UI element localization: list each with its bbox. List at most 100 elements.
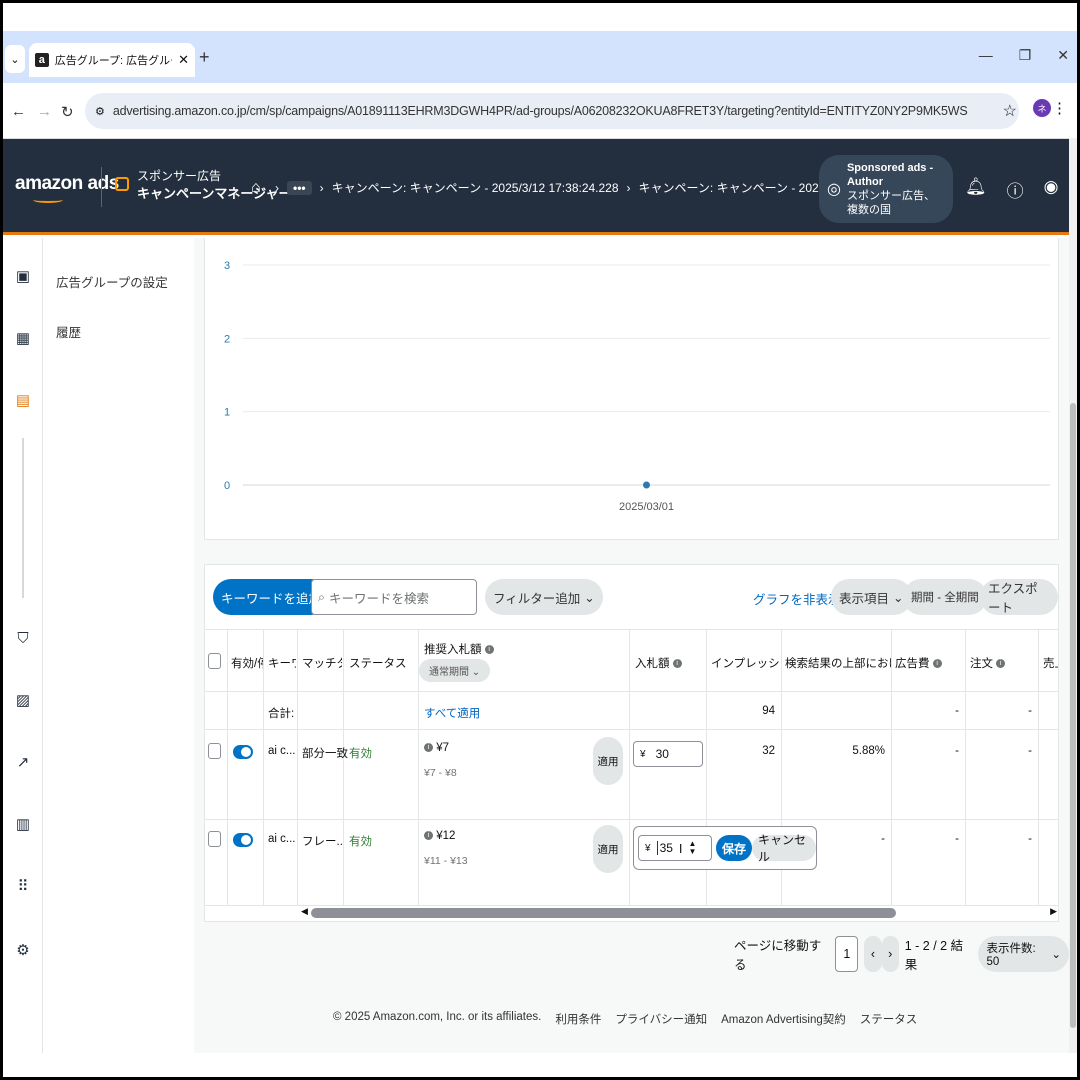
col-enabled[interactable]: 有効/停 xyxy=(231,655,263,671)
browser-menu-icon[interactable]: ⋮ xyxy=(1052,99,1067,117)
keyword-text[interactable]: ai c... xyxy=(268,833,296,845)
product-name[interactable]: スポンサー広告 キャンペーンマネージャー xyxy=(137,167,291,203)
subnav-item-adgroup-settings[interactable]: 広告グループの設定 xyxy=(56,272,168,291)
user-icon[interactable]: ◉ xyxy=(1044,177,1059,202)
campaign-icon[interactable]: ▤ xyxy=(13,390,33,410)
hide-graph-link[interactable]: グラフを非表示 xyxy=(753,589,841,608)
col-suggested-bid[interactable]: 推奨入札額 i xyxy=(424,641,494,657)
status-link[interactable]: ステータス xyxy=(860,1011,918,1027)
col-bid[interactable]: 入札額 i xyxy=(635,655,682,671)
info-icon[interactable]: i xyxy=(672,659,682,669)
briefcase-icon[interactable]: ▣ xyxy=(13,266,33,286)
cancel-button[interactable]: キャンセル xyxy=(752,833,816,864)
subnav-item-history[interactable]: 履歴 xyxy=(56,322,81,341)
export-button[interactable]: エクスポート xyxy=(980,579,1058,615)
page-size-select[interactable]: 表示件数: 50 ⌄ xyxy=(978,936,1070,972)
suggested-period-dropdown[interactable]: 通常期間 ⌄ xyxy=(419,659,491,682)
close-window-icon[interactable]: ✕ xyxy=(1057,47,1069,64)
site-info-icon[interactable]: ⚙ xyxy=(95,105,105,118)
trend-icon[interactable]: ↗ xyxy=(13,752,33,772)
apply-all-link[interactable]: すべて適用 xyxy=(424,705,480,721)
save-button[interactable]: 保存 xyxy=(716,835,753,861)
apply-suggested-button[interactable]: 適用 xyxy=(593,825,623,873)
privacy-link[interactable]: プライバシー通知 xyxy=(615,1011,707,1027)
page-scroll-thumb[interactable] xyxy=(1070,403,1076,1028)
page-scrollbar[interactable] xyxy=(1069,138,1077,1053)
terms-link[interactable]: 利用条件 xyxy=(555,1011,601,1027)
main-content: 0 1 2 3 2025/03/01 キーワードを追加 ⌕ キーワードを検索 フィルター… xyxy=(194,238,1070,1053)
info-icon[interactable]: i xyxy=(932,659,942,669)
col-sales[interactable]: 売上 xyxy=(1043,655,1058,671)
y-tick-label: 2 xyxy=(224,333,230,345)
info-icon[interactable]: i xyxy=(424,831,433,841)
url-bar[interactable]: ⚙ advertising.amazon.co.jp/cm/sp/campaig… xyxy=(85,93,1019,129)
account-switcher[interactable]: ◎ Sponsored ads - Author スポンサー広告、複数の国 xyxy=(819,155,953,223)
col-spend[interactable]: 広告費 i xyxy=(895,655,942,671)
spinner-icon[interactable]: ▲ ▼ xyxy=(689,840,697,856)
scroll-right-icon[interactable]: ▶ xyxy=(1050,906,1057,917)
help-icon[interactable]: ⓘ xyxy=(1007,177,1024,202)
restore-icon[interactable]: ❐ xyxy=(1019,47,1032,64)
keyword-search-input[interactable]: ⌕ キーワードを検索 xyxy=(311,579,477,615)
enabled-toggle[interactable] xyxy=(233,745,253,759)
page-number-input[interactable]: 1 xyxy=(835,936,859,972)
search-placeholder: キーワードを検索 xyxy=(329,591,430,606)
home-icon[interactable]: ⌂ xyxy=(251,179,261,197)
info-icon[interactable]: i xyxy=(996,659,1006,669)
new-tab-icon[interactable]: + xyxy=(199,47,210,68)
info-icon[interactable]: i xyxy=(484,645,494,655)
match-type: フレー... xyxy=(302,836,342,848)
dashboard-icon[interactable]: ▦ xyxy=(13,328,33,348)
reload-icon[interactable]: ↻ xyxy=(61,103,74,121)
back-icon[interactable]: ← xyxy=(11,103,26,120)
agreement-link[interactable]: Amazon Advertising契約 xyxy=(721,1011,846,1027)
col-status[interactable]: ステータス xyxy=(349,655,407,671)
table-horizontal-scrollbar[interactable]: ◀ ▶ xyxy=(301,906,1057,918)
col-match-type[interactable]: マッチタイ xyxy=(302,655,342,671)
apply-suggested-button[interactable]: 適用 xyxy=(593,737,623,785)
next-page-icon[interactable]: › xyxy=(881,936,899,972)
profile-avatar[interactable]: ネ xyxy=(1033,99,1051,117)
col-keyword[interactable]: キーワ xyxy=(268,655,296,671)
bid-input[interactable]: ¥ 30 xyxy=(633,741,703,767)
window-controls: — ❐ ✕ xyxy=(979,47,1069,64)
minimize-icon[interactable]: — xyxy=(979,47,993,64)
apps-grid-icon[interactable]: ⠿ xyxy=(13,876,33,896)
amazon-ads-logo[interactable]: amazon ads xyxy=(15,173,119,195)
suggested-period-label: 通常期間 xyxy=(429,667,469,678)
prev-page-icon[interactable]: ‹ xyxy=(864,936,882,972)
bid-edit-popover: ¥ 35 I ▲ ▼ 保存 キャンセル xyxy=(633,826,817,870)
date-range-button[interactable]: 期間 - 全期間 xyxy=(903,579,987,615)
tab-search-icon[interactable]: ⌄ xyxy=(5,45,25,73)
scroll-left-icon[interactable]: ◀ xyxy=(301,906,308,917)
add-filter-button[interactable]: フィルター追加 ⌄ xyxy=(485,579,603,615)
col-spend-label: 広告費 xyxy=(895,658,930,670)
col-impressions[interactable]: インプレッション xyxy=(711,655,781,671)
keyword-text[interactable]: ai c... xyxy=(268,745,296,757)
scroll-thumb[interactable] xyxy=(311,908,896,918)
enabled-toggle[interactable] xyxy=(233,833,253,847)
forward-icon[interactable]: → xyxy=(37,103,52,120)
creative-icon[interactable]: ▨ xyxy=(13,690,33,710)
col-orders[interactable]: 注文 i xyxy=(970,655,1006,671)
bell-icon[interactable]: 🔔︎ xyxy=(965,177,987,202)
select-all-checkbox[interactable] xyxy=(208,653,221,669)
row-checkbox[interactable] xyxy=(208,743,221,759)
close-tab-icon[interactable]: ✕ xyxy=(178,52,189,68)
y-tick-label: 1 xyxy=(224,407,230,419)
bid-input-active[interactable]: ¥ 35 I ▲ ▼ xyxy=(638,835,712,861)
browser-tab[interactable]: a 広告グループ: 広告グループ - 2025/ ✕ xyxy=(29,43,195,77)
breadcrumb-campaign-1[interactable]: キャンペーン: キャンペーン - 2025/3/12 17:38:24.228 xyxy=(332,179,619,196)
settings-icon[interactable]: ⚙ xyxy=(13,940,33,960)
row-checkbox[interactable] xyxy=(208,831,221,847)
bookmark-star-icon[interactable]: ☆ xyxy=(1003,101,1017,121)
product-line1: スポンサー広告 xyxy=(137,169,222,183)
shield-icon[interactable]: ⛉ xyxy=(13,628,33,648)
col-top-of-search-is[interactable]: 検索結果の上部におけるIS割 xyxy=(785,655,891,671)
bar-chart-icon[interactable]: ▥ xyxy=(13,814,33,834)
columns-button[interactable]: 表示項目 ⌄ xyxy=(831,579,912,615)
account-name: Sponsored ads - Author xyxy=(846,162,934,188)
breadcrumb-more-button[interactable]: ••• xyxy=(287,180,312,195)
info-icon[interactable]: i xyxy=(424,743,433,753)
spend-value: - xyxy=(955,833,959,845)
